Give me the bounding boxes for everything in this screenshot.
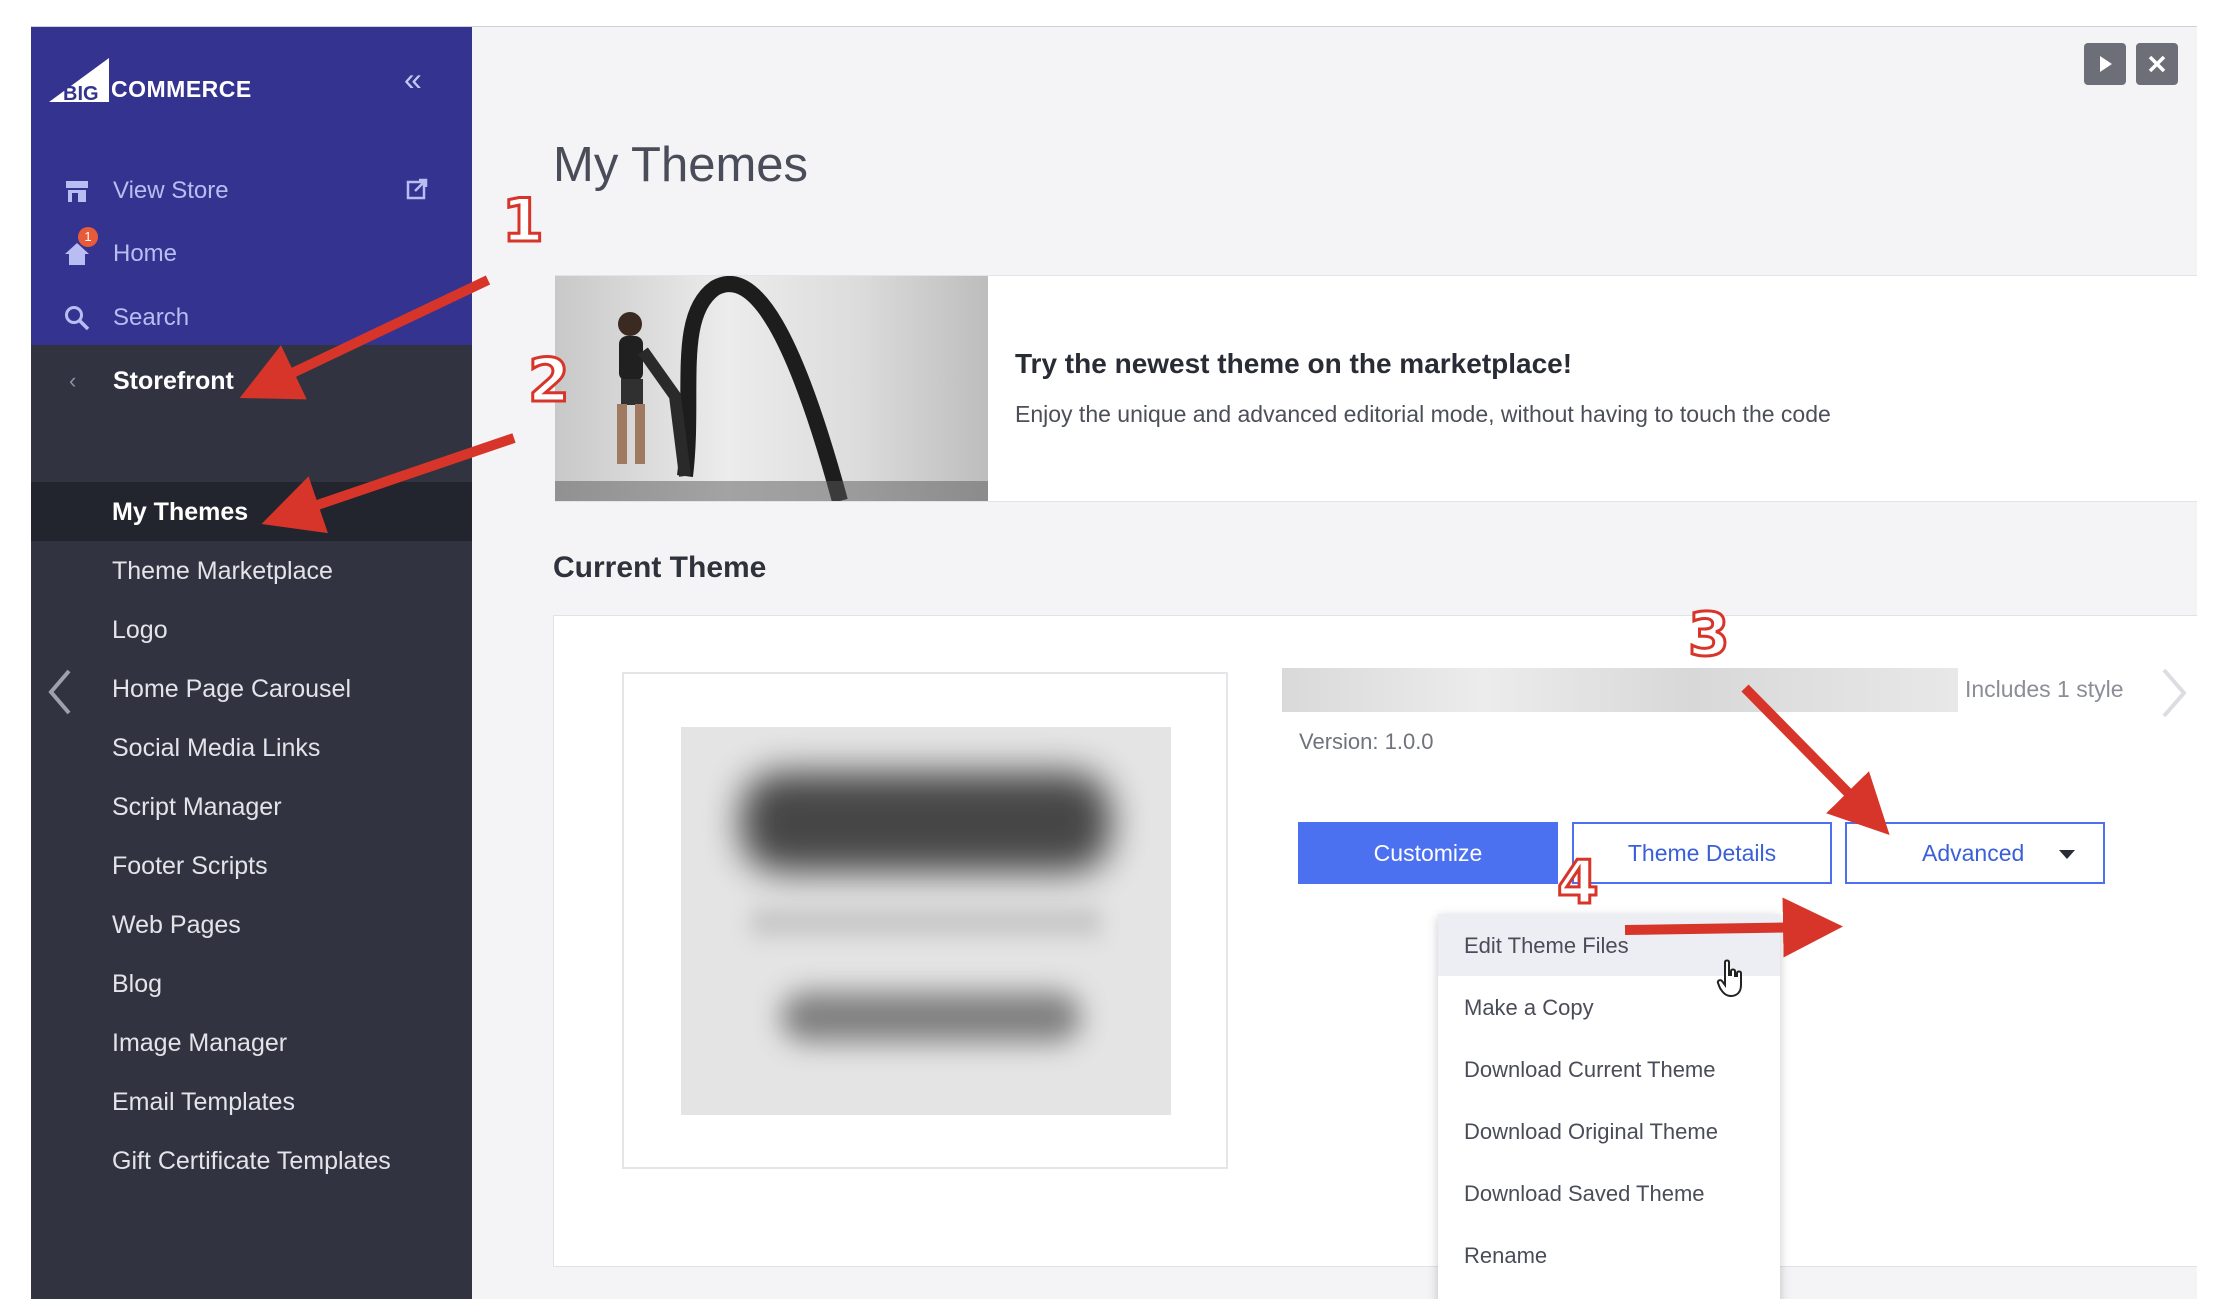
annotation-arrow-4 [1624,897,1843,958]
annotation-number-3: 3 [1687,599,1732,672]
annotation-arrow-3 [1741,684,1890,835]
annotation-arrow-1 [239,275,491,400]
annotation-number-2: 2 [527,345,572,418]
annotation-number-1: 1 [501,185,546,258]
annotation-arrows [239,275,1890,958]
annotation-arrow-2 [261,433,516,534]
annotation-number-4: 4 [1556,847,1601,920]
